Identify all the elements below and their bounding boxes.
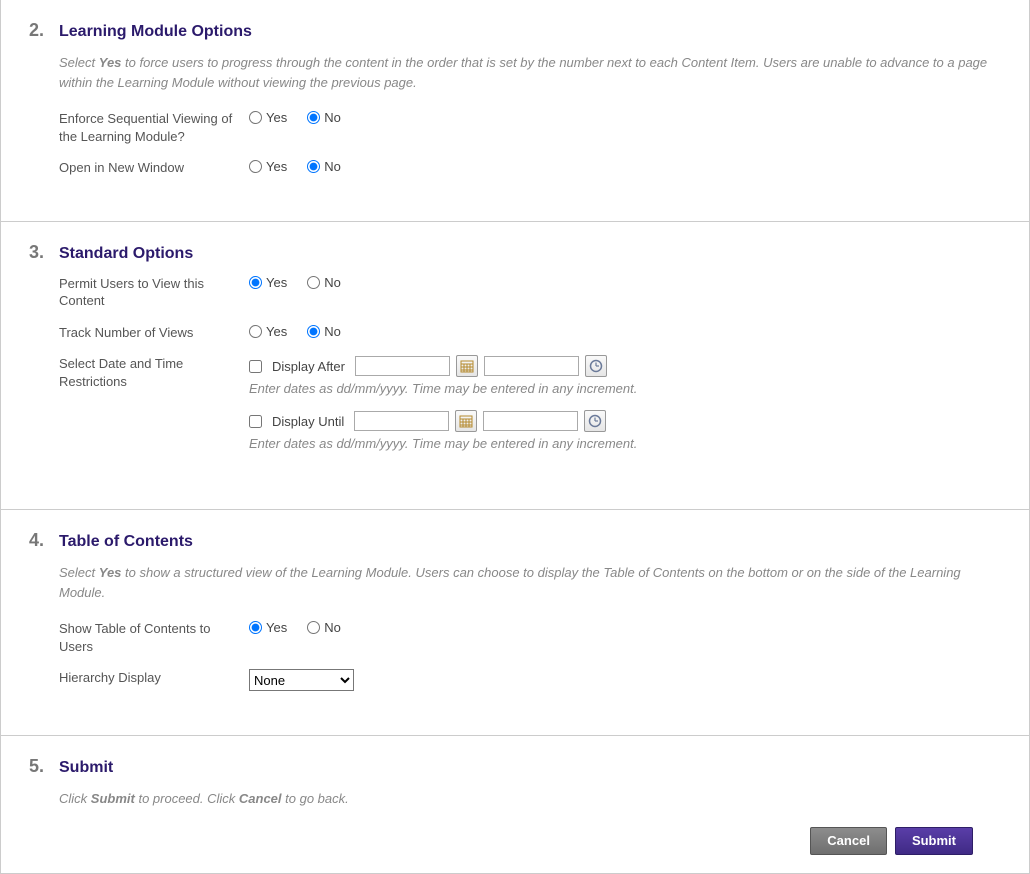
step-title: Submit bbox=[59, 759, 113, 777]
submit-button[interactable]: Submit bbox=[895, 827, 973, 855]
enforce-no-radio[interactable] bbox=[307, 111, 320, 124]
radio-label-no: No bbox=[324, 159, 341, 174]
date-format-hint: Enter dates as dd/mm/yyyy. Time may be e… bbox=[249, 381, 637, 396]
section-description: Select Yes to force users to progress th… bbox=[59, 53, 1001, 92]
step-title: Learning Module Options bbox=[59, 23, 252, 41]
track-no-radio[interactable] bbox=[307, 325, 320, 338]
track-yes-radio[interactable] bbox=[249, 325, 262, 338]
section-description: Select Yes to show a structured view of … bbox=[59, 563, 1001, 602]
enforce-yes-radio[interactable] bbox=[249, 111, 262, 124]
radio-label-no: No bbox=[324, 275, 341, 290]
display-after-checkbox[interactable] bbox=[249, 360, 262, 373]
display-after-time-input[interactable] bbox=[484, 356, 579, 376]
open-new-window-no-radio[interactable] bbox=[307, 160, 320, 173]
radio-label-no: No bbox=[324, 324, 341, 339]
show-toc-label: Show Table of Contents to Users bbox=[59, 620, 249, 655]
date-restrictions-label: Select Date and Time Restrictions bbox=[59, 355, 249, 390]
radio-label-yes: Yes bbox=[266, 275, 287, 290]
open-new-window-label: Open in New Window bbox=[59, 159, 249, 177]
display-until-checkbox[interactable] bbox=[249, 415, 262, 428]
display-until-date-input[interactable] bbox=[354, 411, 449, 431]
clock-icon[interactable] bbox=[585, 355, 607, 377]
open-new-window-yes-radio[interactable] bbox=[249, 160, 262, 173]
display-after-label: Display After bbox=[272, 359, 345, 374]
step-title: Table of Contents bbox=[59, 533, 193, 551]
hierarchy-display-select[interactable]: None bbox=[249, 669, 354, 691]
show-toc-no-radio[interactable] bbox=[307, 621, 320, 634]
date-format-hint: Enter dates as dd/mm/yyyy. Time may be e… bbox=[249, 436, 637, 451]
step-title: Standard Options bbox=[59, 245, 193, 263]
display-until-label: Display Until bbox=[272, 414, 344, 429]
radio-label-yes: Yes bbox=[266, 324, 287, 339]
section-standard-options: 3. Standard Options Permit Users to View… bbox=[0, 222, 1030, 511]
radio-label-yes: Yes bbox=[266, 110, 287, 125]
radio-label-yes: Yes bbox=[266, 159, 287, 174]
step-number: 5. bbox=[29, 756, 59, 777]
step-number: 3. bbox=[29, 242, 59, 263]
radio-label-no: No bbox=[324, 110, 341, 125]
step-number: 2. bbox=[29, 20, 59, 41]
permit-yes-radio[interactable] bbox=[249, 276, 262, 289]
radio-label-no: No bbox=[324, 620, 341, 635]
permit-view-label: Permit Users to View this Content bbox=[59, 275, 249, 310]
cancel-button[interactable]: Cancel bbox=[810, 827, 887, 855]
section-table-of-contents: 4. Table of Contents Select Yes to show … bbox=[0, 510, 1030, 736]
calendar-icon[interactable] bbox=[456, 355, 478, 377]
radio-label-yes: Yes bbox=[266, 620, 287, 635]
display-after-date-input[interactable] bbox=[355, 356, 450, 376]
calendar-icon[interactable] bbox=[455, 410, 477, 432]
step-number: 4. bbox=[29, 530, 59, 551]
track-views-label: Track Number of Views bbox=[59, 324, 249, 342]
display-until-time-input[interactable] bbox=[483, 411, 578, 431]
show-toc-yes-radio[interactable] bbox=[249, 621, 262, 634]
enforce-sequential-label: Enforce Sequential Viewing of the Learni… bbox=[59, 110, 249, 145]
clock-icon[interactable] bbox=[584, 410, 606, 432]
permit-no-radio[interactable] bbox=[307, 276, 320, 289]
section-learning-module-options: 2. Learning Module Options Select Yes to… bbox=[0, 0, 1030, 222]
hierarchy-display-label: Hierarchy Display bbox=[59, 669, 249, 687]
section-submit: 5. Submit Click Submit to proceed. Click… bbox=[0, 736, 1030, 874]
